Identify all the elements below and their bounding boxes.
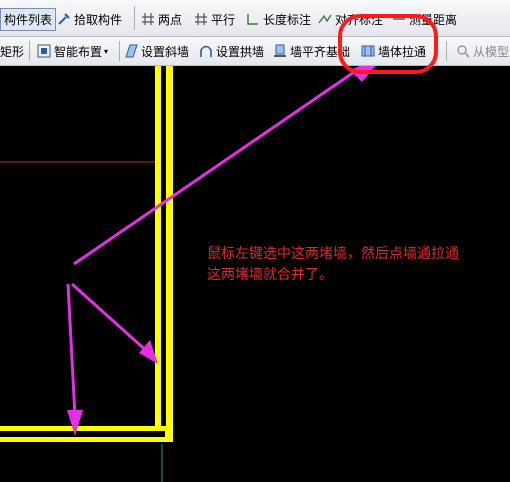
chevron-down-icon: ▾ [104,46,109,56]
set-arch-wall-button[interactable]: 设置拱墙 [199,41,264,61]
separator [29,41,30,61]
vertical-wall-center [161,66,166,440]
slope-wall-icon [124,44,138,58]
wall-flush-icon [273,44,287,58]
pick-component-label: 拾取构件 [74,12,123,27]
parallel-button[interactable]: 平行 [194,9,235,29]
parallel-label: 平行 [211,12,236,27]
arrow-to-horizontal-wall [66,283,77,417]
smart-layout-label: 智能布置 [54,44,103,59]
highlight-ring [338,14,438,74]
rectangle-button[interactable]: 矩形 [0,41,24,61]
separator [134,6,135,30]
component-list-label: 构件列表 [4,13,53,27]
eyedropper-icon [57,12,71,26]
grid-hash-icon [141,12,155,26]
separator [446,41,447,61]
annotation-note: 鼠标左键选中这两堵墙，然后点墙通拉通 这两堵墙就合并了。 [207,244,507,286]
length-dimension-label: 长度标注 [263,12,312,27]
pick-component-button[interactable]: 拾取构件 [57,9,122,29]
search-icon [456,44,470,58]
arrow-to-toolbar [73,66,361,266]
align-dimension-icon [318,12,332,26]
set-slope-wall-button[interactable]: 设置斜墙 [124,41,189,61]
two-points-label: 两点 [158,12,183,27]
dimension-icon [246,12,260,26]
separator [119,41,120,61]
from-model-label: 从模型 [473,44,510,59]
rectangle-label: 矩形 [0,44,25,59]
parallel-lines-icon [194,12,208,26]
horizontal-wall-center [0,431,165,437]
annotation-line-1: 鼠标左键选中这两堵墙，然后点墙通拉通 [207,246,459,262]
set-arch-wall-label: 设置拱墙 [216,44,265,59]
arrow-to-vertical-wall [70,282,152,356]
two-points-button[interactable]: 两点 [141,9,182,29]
smart-layout-icon [37,44,51,58]
annotation-line-2: 这两堵墙就合并了。 [207,267,333,283]
component-list-button[interactable]: 构件列表 [0,8,57,31]
length-dimension-button[interactable]: 长度标注 [246,9,311,29]
from-model-button[interactable]: 从模型 [456,41,509,61]
set-slope-wall-label: 设置斜墙 [141,44,190,59]
smart-layout-button[interactable]: 智能布置 ▾ [37,41,108,61]
arch-wall-icon [199,44,213,58]
